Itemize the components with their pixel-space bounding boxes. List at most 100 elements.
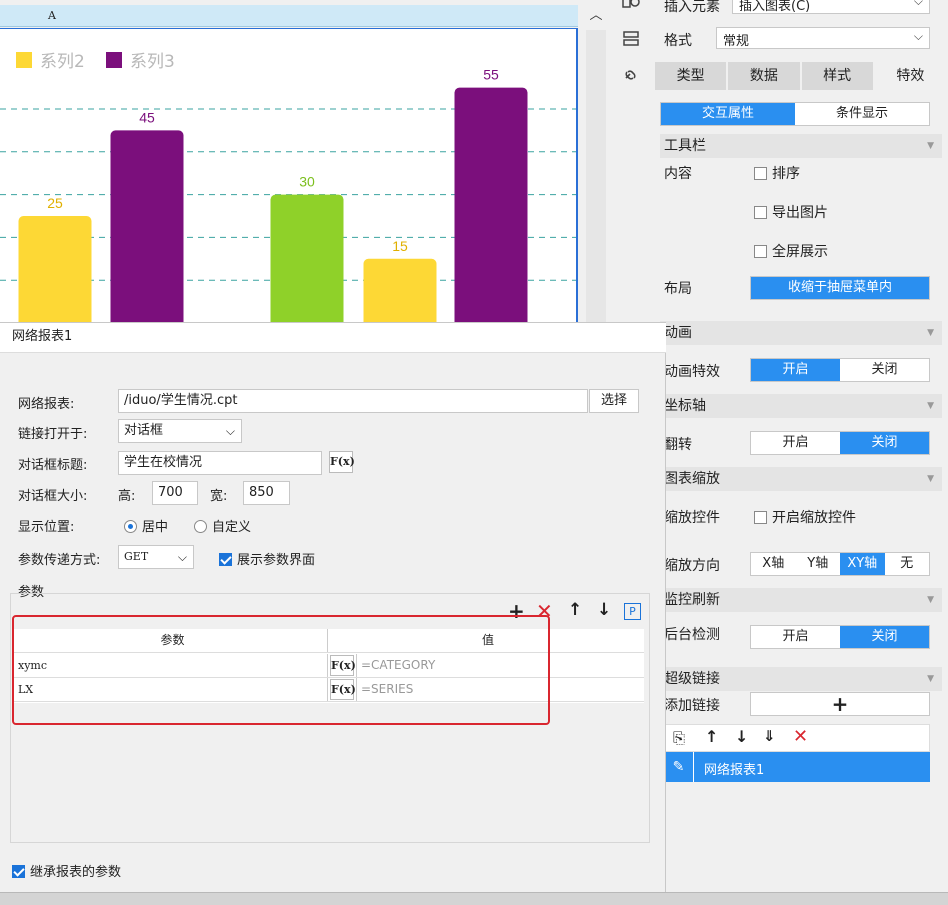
chart-scrollbar[interactable]	[586, 30, 606, 322]
data-label: 30	[299, 174, 315, 190]
zoom-dir-xy[interactable]: XY轴	[840, 553, 885, 575]
radio-center[interactable]: 居中	[124, 516, 168, 535]
bar[interactable]	[270, 194, 344, 322]
inherit-params-label: 继承报表的参数	[30, 865, 122, 880]
tab-style[interactable]: 样式	[801, 62, 875, 90]
chevron-down-icon: ⌵	[177, 550, 187, 564]
section-zoom[interactable]: 图表缩放 ▼	[660, 467, 942, 491]
checkbox-show-param-ui[interactable]: 展示参数界面	[219, 549, 315, 568]
format-select[interactable]: 常规 ⌵	[716, 27, 930, 49]
link-list-item[interactable]: ✎ 网络报表1	[664, 752, 930, 782]
checkbox-fullscreen[interactable]: 全屏展示	[754, 241, 828, 261]
hyperlink-dialog: 网络报表1 网络报表: /iduo/学生情况.cpt 选择 链接打开于: 对话框…	[0, 322, 666, 892]
subtab-interaction[interactable]: 交互属性	[661, 103, 795, 125]
column-header[interactable]: A	[0, 5, 578, 27]
checkbox-export-image[interactable]: 导出图片	[754, 202, 828, 222]
chart-svg: 25 45 30 15 55	[0, 67, 576, 322]
section-toolbar[interactable]: 工具栏 ▼	[660, 134, 942, 158]
section-hyperlink[interactable]: 超级链接 ▼	[660, 667, 942, 691]
legend-label-series2: 系列2	[40, 52, 85, 72]
checkbox-sort-label: 排序	[772, 166, 800, 182]
section-monitor-refresh[interactable]: 监控刷新 ▼	[660, 588, 942, 612]
backend-off-button[interactable]: 关闭	[840, 626, 929, 648]
report-path-input[interactable]: /iduo/学生情况.cpt	[118, 389, 588, 413]
formula-button[interactable]: F(x)	[329, 451, 355, 473]
format-value: 常规	[723, 34, 750, 49]
choose-button[interactable]: 选择	[589, 389, 639, 413]
link-toolbar: ⎘ ↑ ↓ ⇓ ✕	[664, 724, 930, 752]
checkbox-sort[interactable]: 排序	[754, 163, 800, 183]
move-bottom-icon[interactable]: ⇓	[763, 727, 776, 745]
legend-label-series3: 系列3	[130, 52, 175, 72]
flip-on-button[interactable]: 开启	[751, 432, 840, 454]
width-input[interactable]: 850	[243, 481, 290, 505]
add-link-button[interactable]: +	[750, 692, 930, 716]
checkbox-zoom-control-label: 开启缩放控件	[772, 510, 856, 526]
tab-effects[interactable]: 特效	[874, 62, 948, 90]
zoom-dir-y[interactable]: Y轴	[796, 553, 841, 575]
width-label: 宽:	[210, 489, 228, 504]
checkbox-inherit-params[interactable]: 继承报表的参数	[12, 861, 121, 880]
collapse-icon: ▼	[927, 595, 934, 605]
radio-dot	[124, 520, 137, 533]
backend-check-toggle: 开启 关闭	[750, 625, 930, 649]
flip-off-button[interactable]: 关闭	[840, 432, 929, 454]
property-panel: 插入元素 插入图表(C) ⌵ 格式 常规 ⌵ 类型 数据 样式 特效 交互属性 …	[652, 0, 948, 905]
scroll-up-icon[interactable]: ︿	[585, 5, 607, 27]
link-item-label: 网络报表1	[704, 763, 765, 778]
bar[interactable]	[110, 130, 184, 322]
tab-data[interactable]: 数据	[728, 62, 802, 90]
element-icon[interactable]	[620, 0, 642, 16]
zoom-dir-none[interactable]: 无	[885, 553, 930, 575]
bar[interactable]	[18, 216, 92, 322]
radio-custom[interactable]: 自定义	[194, 516, 251, 535]
bar[interactable]	[363, 258, 437, 322]
backend-on-button[interactable]: 开启	[751, 626, 840, 648]
collapse-icon: ▼	[927, 474, 934, 484]
arrow-up-icon[interactable]: ↑	[705, 727, 718, 746]
param-mode-label: 参数传递方式:	[18, 553, 101, 568]
data-label: 45	[139, 109, 155, 125]
copy-icon[interactable]: ⎘	[673, 729, 685, 747]
link-icon[interactable]	[620, 66, 642, 86]
animation-on-button[interactable]: 开启	[751, 359, 840, 381]
param-mode-select[interactable]: GET ⌵	[118, 545, 194, 569]
height-input[interactable]: 700	[152, 481, 198, 505]
arrow-down-icon[interactable]: ↓	[597, 600, 611, 620]
chart-canvas[interactable]: 25 45 30 15 55 系列2 系列3	[0, 28, 578, 322]
tab-type[interactable]: 类型	[655, 62, 729, 90]
insert-element-select[interactable]: 插入图表(C) ⌵	[732, 0, 930, 14]
arrow-up-icon[interactable]: ↑	[568, 600, 582, 620]
content-label: 内容	[664, 166, 692, 182]
layout-select[interactable]: 收缩于抽屉菜单内	[750, 276, 930, 300]
dialog-title-input[interactable]: 学生在校情况	[118, 451, 322, 475]
chevron-down-icon: ⌵	[913, 29, 923, 43]
section-axis[interactable]: 坐标轴 ▼	[660, 394, 942, 418]
param-p-button[interactable]: P	[624, 603, 641, 620]
bar[interactable]	[454, 87, 528, 322]
edit-icon[interactable]: ✎	[664, 752, 694, 782]
section-toolbar-title: 工具栏	[664, 138, 706, 154]
layout-icon[interactable]	[620, 30, 642, 50]
checkbox-box	[754, 206, 767, 219]
delete-icon[interactable]: ✕	[793, 726, 808, 747]
zoom-dir-x[interactable]: X轴	[751, 553, 796, 575]
subtab-condition-display[interactable]: 条件显示	[795, 103, 929, 125]
param-mode-value: GET	[124, 550, 149, 563]
open-in-select[interactable]: 对话框 ⌵	[118, 419, 242, 443]
section-animation[interactable]: 动画 ▼	[660, 321, 942, 345]
property-tabs: 类型 数据 样式 特效	[655, 62, 948, 90]
section-axis-title: 坐标轴	[664, 398, 706, 414]
arrow-down-icon[interactable]: ↓	[735, 727, 748, 746]
format-label: 格式	[664, 33, 692, 49]
checkbox-export-label: 导出图片	[772, 205, 828, 221]
radio-custom-label: 自定义	[212, 520, 252, 535]
legend-item-series2[interactable]: 系列2	[16, 47, 85, 72]
checkbox-zoom-control[interactable]: 开启缩放控件	[754, 507, 856, 527]
chart-preview-area: A ︿ 25 45 30 15 55 系列2 系列3	[0, 0, 610, 322]
animation-off-button[interactable]: 关闭	[840, 359, 929, 381]
radio-center-label: 居中	[142, 520, 169, 535]
zoom-control-label: 缩放控件	[664, 510, 720, 526]
legend-item-series3[interactable]: 系列3	[106, 47, 175, 72]
dialog-size-label: 对话框大小:	[18, 489, 88, 504]
